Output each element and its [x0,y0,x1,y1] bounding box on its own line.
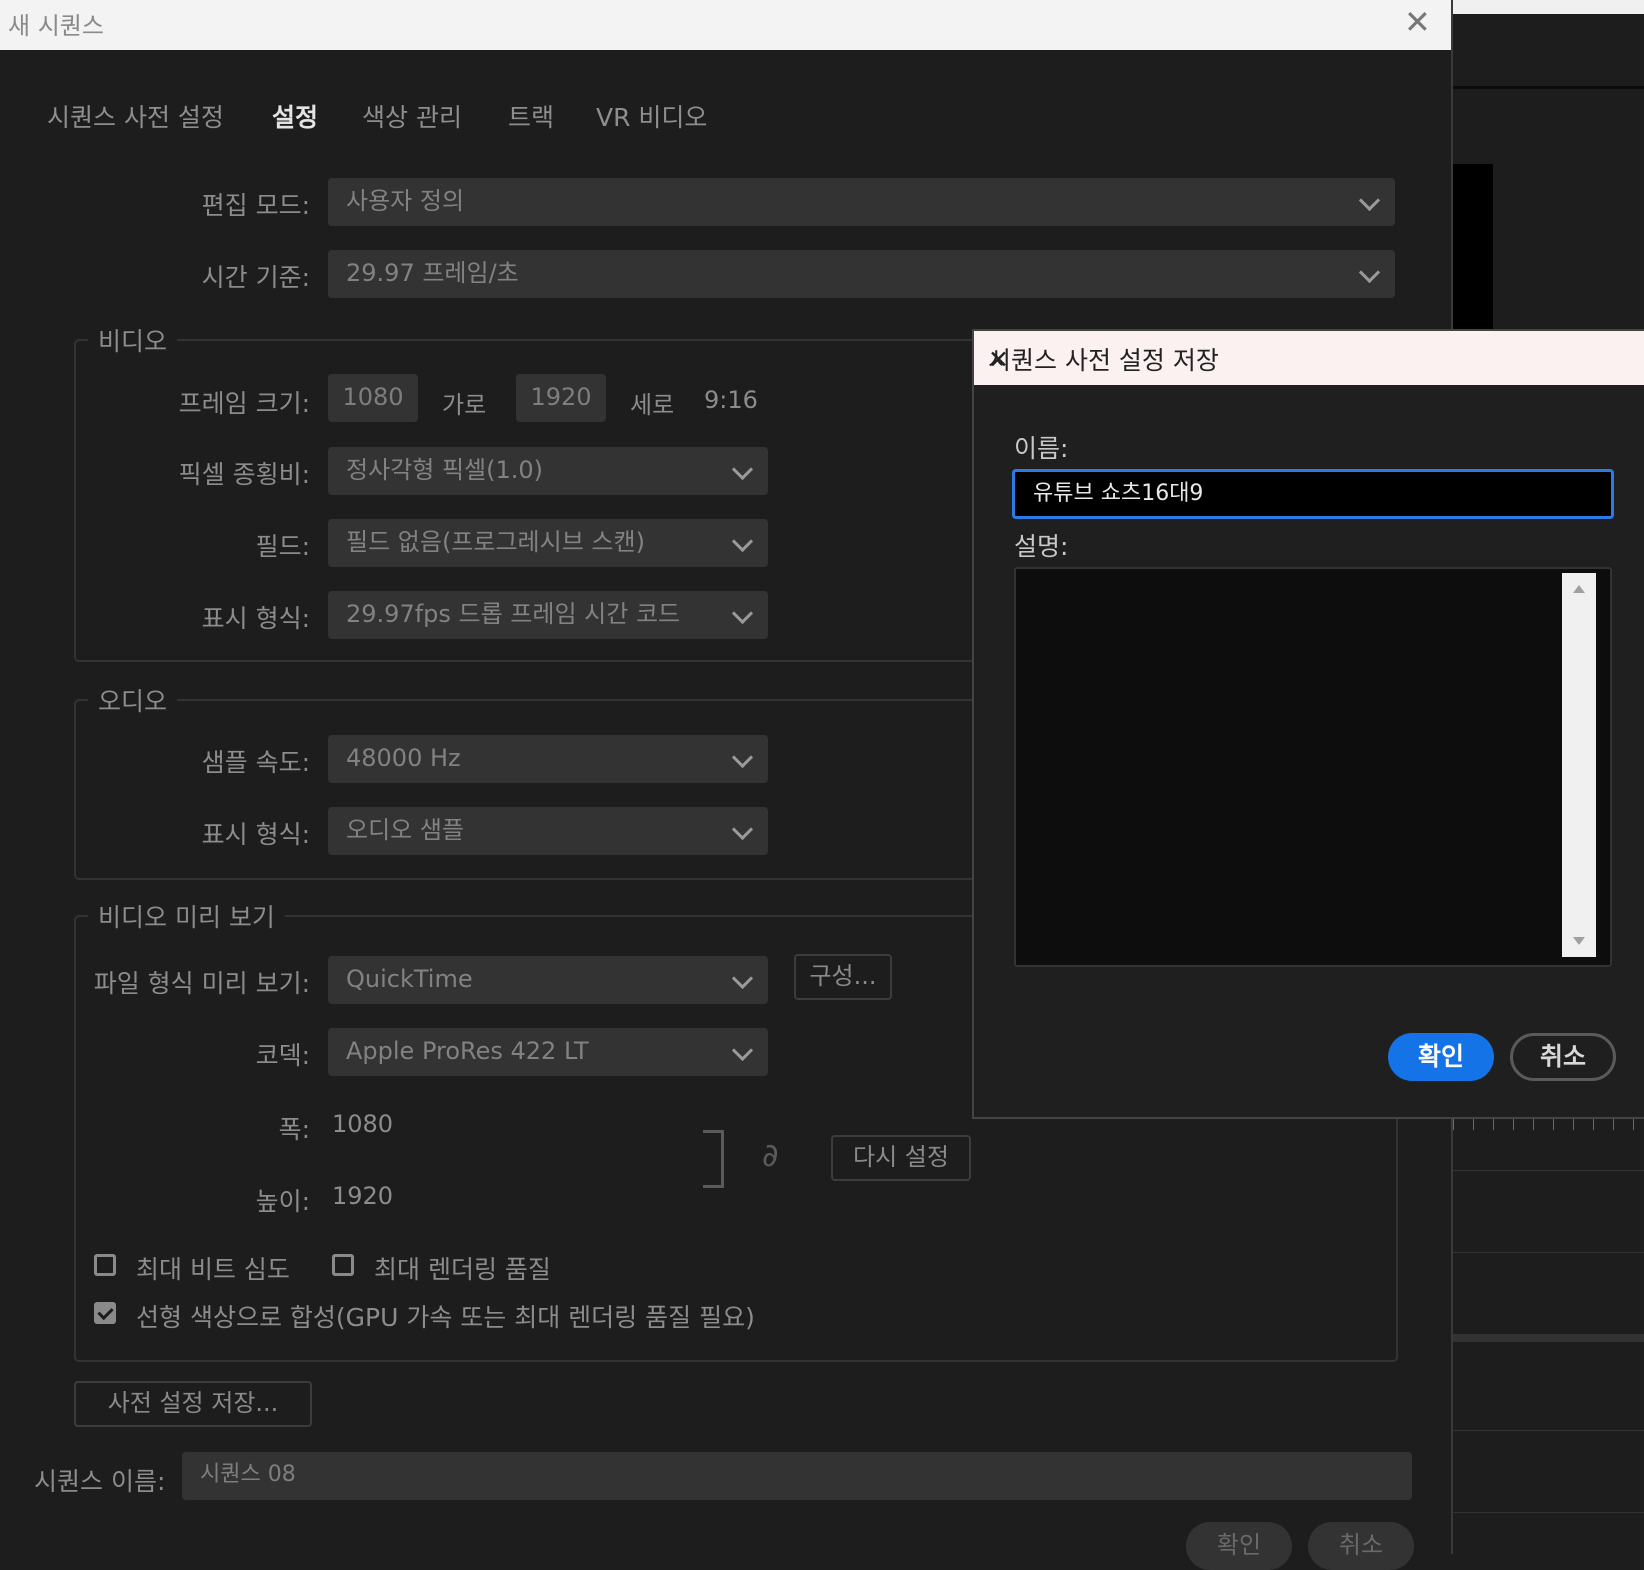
preview-height-value[interactable]: 1920 [332,1182,393,1210]
preset-description-textarea[interactable] [1014,567,1612,967]
scroll-up-icon[interactable] [1573,585,1585,593]
fields-value: 필드 없음(프로그레시브 스캔) [346,528,645,556]
max-bit-depth-checkbox[interactable] [94,1254,116,1276]
chevron-down-icon [731,602,754,625]
preset-description-label: 설명: [1014,532,1069,561]
background-track-line [1453,1252,1644,1253]
codec-dropdown[interactable]: Apple ProRes 422 LT [328,1028,768,1076]
chevron-down-icon [731,746,754,769]
frame-width-field[interactable]: 1080 [328,374,418,422]
close-icon[interactable]: ✕ [988,341,1009,379]
audio-group-label: 오디오 [98,687,168,716]
configure-button[interactable]: 구성... [794,954,892,1000]
timebase-dropdown[interactable]: 29.97 프레임/초 [328,250,1395,298]
dimension-link-bracket [703,1130,724,1188]
close-icon[interactable]: ✕ [1404,4,1431,40]
video-group-label: 비디오 [98,327,168,356]
tab-color-management[interactable]: 색상 관리 [362,98,462,134]
edit-mode-label: 편집 모드: [201,191,310,220]
preview-file-format-label: 파일 형식 미리 보기: [93,969,310,998]
codec-value: Apple ProRes 422 LT [346,1037,589,1065]
pixel-aspect-value: 정사각형 픽셀(1.0) [346,456,544,484]
edit-mode-value: 사용자 정의 [346,187,465,215]
chevron-down-icon [731,1039,754,1062]
scroll-down-icon[interactable] [1573,937,1585,945]
timebase-label: 시간 기준: [201,263,310,292]
background-track-line [1453,1430,1644,1431]
tab-vr-video[interactable]: VR 비디오 [596,98,707,134]
audio-display-format-dropdown[interactable]: 오디오 샘플 [328,807,768,855]
frame-size-label: 프레임 크기: [178,389,310,418]
background-app-divider [1453,86,1644,89]
preview-width-value[interactable]: 1080 [332,1110,393,1138]
dialog-title: 새 시퀀스 [8,12,104,40]
save-preset-dialog: 시퀀스 사전 설정 저장 ✕ 이름: 유튜브 쇼츠16대9 설명: 확인 취소 [972,329,1644,1119]
chevron-down-icon [1358,261,1381,284]
chevron-down-icon [731,818,754,841]
preview-file-format-dropdown[interactable]: QuickTime [328,956,768,1004]
dialog-titlebar: 새 시퀀스 ✕ [0,0,1451,50]
save-preset-button[interactable]: 사전 설정 저장... [74,1381,312,1427]
vertical-label: 세로 [630,391,675,419]
preview-width-label: 폭: [278,1115,310,1144]
tab-tracks[interactable]: 트랙 [508,98,554,134]
video-preview-group-label: 비디오 미리 보기 [98,903,275,932]
sample-rate-dropdown[interactable]: 48000 Hz [328,735,768,783]
tab-sequence-presets[interactable]: 시퀀스 사전 설정 [47,98,224,134]
frame-height-field[interactable]: 1920 [516,374,606,422]
fields-label: 필드: [255,532,310,561]
aspect-ratio-text: 9:16 [704,386,758,414]
chevron-down-icon [731,967,754,990]
save-preset-titlebar: 시퀀스 사전 설정 저장 ✕ [974,331,1644,385]
preview-height-label: 높이: [255,1187,310,1216]
reset-button[interactable]: 다시 설정 [831,1135,971,1181]
link-icon[interactable]: ∂ [762,1136,779,1174]
background-track-line [1453,1170,1644,1171]
sequence-name-label: 시퀀스 이름: [34,1467,166,1496]
preview-file-format-value: QuickTime [346,965,473,993]
sample-rate-label: 샘플 속도: [201,748,310,777]
background-program-monitor [1453,164,1493,330]
timebase-value: 29.97 프레임/초 [346,259,519,287]
chevron-down-icon [731,530,754,553]
background-timeline-ruler [1453,1118,1644,1130]
horizontal-label: 가로 [442,391,487,419]
pixel-aspect-dropdown[interactable]: 정사각형 픽셀(1.0) [328,447,768,495]
description-scrollbar[interactable] [1562,573,1596,957]
video-display-format-label: 표시 형식: [201,604,310,633]
linear-color-checkbox[interactable] [94,1302,116,1324]
background-track-line [1453,1512,1644,1513]
max-render-quality-label: 최대 렌더링 품질 [374,1255,551,1284]
fields-dropdown[interactable]: 필드 없음(프로그레시브 스캔) [328,519,768,567]
max-bit-depth-label: 최대 비트 심도 [136,1255,290,1284]
save-preset-cancel-button[interactable]: 취소 [1510,1033,1616,1081]
save-preset-title: 시퀀스 사전 설정 저장 [988,346,1219,375]
edit-mode-dropdown[interactable]: 사용자 정의 [328,178,1395,226]
max-render-quality-checkbox[interactable] [332,1254,354,1276]
sample-rate-value: 48000 Hz [346,744,461,772]
audio-display-format-value: 오디오 샘플 [346,816,465,844]
tab-settings[interactable]: 설정 [272,98,318,134]
save-preset-ok-button[interactable]: 확인 [1388,1033,1494,1081]
chevron-down-icon [731,458,754,481]
linear-color-label: 선형 색상으로 합성(GPU 가속 또는 최대 렌더링 품질 필요) [136,1303,755,1332]
video-display-format-value: 29.97fps 드롭 프레임 시간 코드 [346,600,681,628]
cancel-button[interactable]: 취소 [1308,1522,1414,1570]
video-display-format-dropdown[interactable]: 29.97fps 드롭 프레임 시간 코드 [328,591,768,639]
audio-display-format-label: 표시 형식: [201,820,310,849]
sequence-name-input[interactable]: 시퀀스 08 [182,1452,1412,1500]
preset-name-input[interactable]: 유튜브 쇼츠16대9 [1012,469,1614,519]
chevron-down-icon [1358,189,1381,212]
background-track-divider [1453,1334,1644,1342]
ok-button[interactable]: 확인 [1186,1522,1292,1570]
pixel-aspect-label: 픽셀 종횡비: [178,460,310,489]
preset-name-label: 이름: [1014,434,1069,463]
codec-label: 코덱: [255,1041,310,1070]
background-app-titlebar [1453,0,1644,14]
